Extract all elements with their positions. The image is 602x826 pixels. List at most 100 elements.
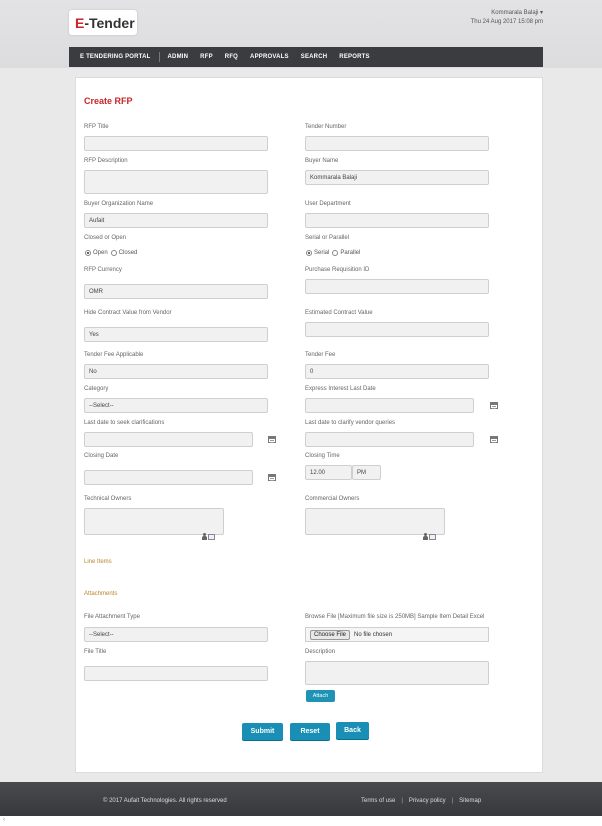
closed-open-label: Closed or Open [84,235,127,241]
purchase-req-label: Purchase Requisition ID [305,267,370,273]
express-interest-label: Express Interest Last Date [305,386,376,392]
buyer-name-label: Buyer Name [305,158,339,164]
hide-contract-select[interactable]: Yes [84,327,268,342]
closing-date-calendar-icon[interactable] [268,474,276,481]
attach-button[interactable]: Attach [306,690,335,702]
closed-radio[interactable] [110,250,117,256]
hide-contract-label: Hide Contract Value from Vendor [84,310,172,316]
terms-link[interactable]: Terms of use [361,798,395,804]
line-items-section[interactable]: Line Items [84,559,112,565]
closing-date-input[interactable] [84,470,253,485]
address-book-icon[interactable] [208,533,215,540]
file-title-input[interactable] [84,666,268,681]
clarifications-calendar-icon[interactable] [268,436,276,443]
user-block: Kommarala Balaji ▾ Thu 24 Aug 2017 15:08… [471,9,543,27]
closing-ampm-select[interactable]: PM [352,465,381,480]
tender-fee-input[interactable]: 0 [305,364,489,379]
closed-open-radios: Open Closed [85,250,137,256]
serial-radio-label: Serial [314,250,330,256]
footer-separator: | [401,798,403,804]
footer: © 2017 Aufait Technologies. All rights r… [0,782,602,816]
rfp-title-label: RFP Title [84,124,109,130]
purchase-req-input[interactable] [305,279,489,294]
parallel-radio-label: Parallel [340,250,361,256]
express-interest-date-input[interactable] [305,398,474,413]
open-radio[interactable] [85,250,91,256]
rfp-currency-select[interactable]: OMR [84,284,268,299]
choose-file-button[interactable]: Choose File [310,629,351,640]
description-label: Description [305,649,336,655]
nav-approvals[interactable]: APPROVALS [244,54,295,60]
rfp-currency-label: RFP Currency [84,267,122,273]
reset-button[interactable]: Reset [290,723,330,740]
category-select[interactable]: --Select-- [84,398,268,413]
browse-file-label: Browse File [Maximum file size is 250MB]… [305,614,485,620]
user-department-input[interactable] [305,213,489,228]
back-button[interactable]: Back [336,722,369,739]
sitemap-link[interactable]: Sitemap [459,798,481,804]
user-menu[interactable]: Kommarala Balaji ▾ [471,9,543,18]
serial-parallel-label: Serial or Parallel [305,235,350,241]
rfp-description-textarea[interactable] [84,170,268,194]
nav-search[interactable]: SEARCH [295,54,334,60]
nav-rfq[interactable]: RFQ [219,54,244,60]
estimated-contract-input[interactable] [305,322,489,337]
nav-eportal[interactable]: E TENDERING PORTAL [74,54,157,60]
header-datetime: Thu 24 Aug 2017 15:08 pm [470,19,543,25]
rfp-description-label: RFP Description [84,158,128,164]
etender-logo[interactable]: E -Tender [69,10,137,35]
tender-number-input[interactable] [305,136,489,151]
last-date-vendor-input[interactable] [305,432,474,447]
nav-rfp[interactable]: RFP [194,54,219,60]
rfp-title-input[interactable] [84,136,268,151]
tender-fee-label: Tender Fee [305,352,336,358]
technical-owners-actions [202,533,215,540]
commercial-owners-picker[interactable] [305,508,445,535]
last-date-clarifications-label: Last date to seek clarifications [84,420,165,426]
address-book-icon[interactable] [429,533,436,540]
express-interest-calendar-icon[interactable] [490,402,498,409]
closing-time-input[interactable]: 12.00 [305,465,352,480]
description-textarea[interactable] [305,661,489,685]
buyer-org-label: Buyer Organization Name [84,201,154,207]
file-input: Choose File No file chosen [305,627,489,642]
horizontal-scrollbar[interactable]: ‹ [0,816,602,826]
no-file-chosen-text: No file chosen [354,631,393,638]
file-attachment-type-label: File Attachment Type [84,614,140,620]
person-icon[interactable] [423,533,428,540]
page-title: Create RFP [84,96,133,106]
category-label: Category [84,386,109,392]
buyer-name-input[interactable]: Kommarala Balaji [305,170,489,185]
person-icon[interactable] [202,533,207,540]
vendor-queries-calendar-icon[interactable] [490,436,498,443]
serial-radio[interactable] [306,250,312,256]
closed-radio-label: Closed [118,250,138,256]
technical-owners-picker[interactable] [84,508,224,535]
estimated-contract-label: Estimated Contract Value [305,310,373,316]
attachments-section[interactable]: Attachments [84,591,117,597]
scroll-left-icon[interactable]: ‹ [3,817,5,823]
privacy-link[interactable]: Privacy policy [409,798,446,804]
closing-date-label: Closing Date [84,453,119,459]
file-attachment-type-select[interactable]: --Select-- [84,627,268,642]
nav-admin[interactable]: ADMIN [162,54,195,60]
open-radio-label: Open [93,250,108,256]
footer-links: Terms of use | Privacy policy | Sitemap [361,798,481,804]
commercial-owners-label: Commercial Owners [305,496,360,502]
tender-fee-applicable-select[interactable]: No [84,364,268,379]
parallel-radio[interactable] [332,250,339,256]
footer-copyright: © 2017 Aufait Technologies. All rights r… [103,798,227,804]
last-date-clarifications-input[interactable] [84,432,253,447]
nav-divider [158,52,160,62]
submit-button[interactable]: Submit [242,723,283,740]
tender-number-label: Tender Number [305,124,347,130]
nav-reports[interactable]: REPORTS [333,54,375,60]
serial-parallel-radios: Serial Parallel [306,250,360,256]
tender-fee-applicable-label: Tender Fee Applicable [84,352,144,358]
closing-time-label: Closing Time [305,453,340,459]
main-navbar: E TENDERING PORTAL ADMIN RFP RFQ APPROVA… [69,47,543,67]
commercial-owners-actions [423,533,436,540]
buyer-org-input[interactable]: Aufait [84,213,268,228]
logo-prefix: E [75,14,85,31]
user-department-label: User Department [305,201,351,207]
